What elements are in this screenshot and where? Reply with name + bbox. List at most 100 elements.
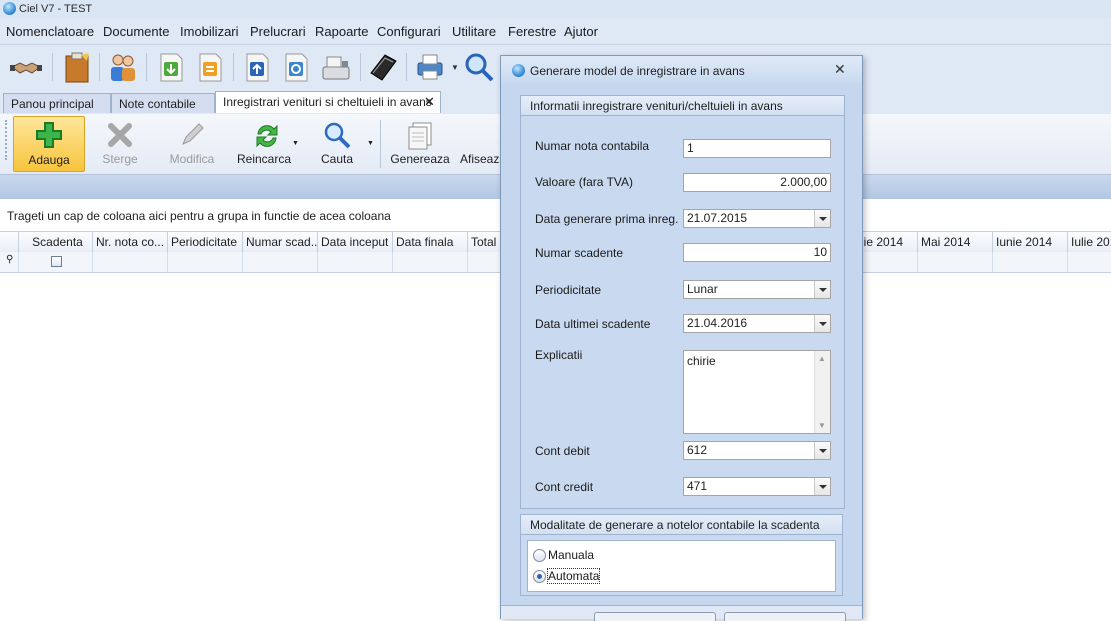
filter-cell[interactable]: [242, 252, 317, 272]
export-icon[interactable]: [194, 51, 226, 83]
data-prima-combo[interactable]: 21.07.2015: [683, 209, 831, 228]
column-header[interactable]: Nr. nota co...: [92, 232, 167, 252]
filter-cell[interactable]: [167, 252, 242, 272]
data-ultimei-value: 21.04.2016: [687, 316, 748, 330]
printer-icon[interactable]: [414, 51, 446, 83]
manual-radio-label[interactable]: Manuala: [548, 548, 594, 562]
add-label: Adauga: [28, 153, 70, 167]
tab-label: Note contabile: [119, 97, 196, 111]
printer-dropdown-icon[interactable]: ▼: [451, 63, 459, 72]
column-header[interactable]: Data inceput: [317, 232, 392, 252]
chevron-down-icon[interactable]: [814, 442, 830, 459]
menu-rapoarte[interactable]: Rapoarte: [315, 24, 368, 39]
filter-cell[interactable]: [392, 252, 467, 272]
close-icon[interactable]: ✕: [834, 61, 846, 78]
users-icon[interactable]: [107, 51, 139, 83]
menu-imobilizari[interactable]: Imobilizari: [180, 24, 239, 39]
filter-cell[interactable]: [1067, 252, 1111, 272]
menu-documente[interactable]: Documente: [103, 24, 169, 39]
numar-nota-field[interactable]: 1: [683, 139, 831, 158]
menu-utilitare[interactable]: Utilitare: [452, 24, 496, 39]
menu-ferestre[interactable]: Ferestre: [508, 24, 556, 39]
delete-button[interactable]: Sterge: [88, 116, 152, 170]
chevron-down-icon[interactable]: [814, 210, 830, 227]
pencil-icon: [182, 123, 204, 145]
scroll-down-icon[interactable]: ▼: [818, 421, 826, 430]
chevron-down-icon[interactable]: [814, 478, 830, 495]
show-button[interactable]: Afiseaza: [455, 116, 505, 170]
book-icon[interactable]: [367, 51, 399, 83]
group-hint-text: Trageti un cap de coloana aici pentru a …: [7, 209, 391, 223]
reload-dropdown-icon[interactable]: ▼: [292, 140, 299, 147]
column-header[interactable]: Iunie 2014: [992, 232, 1067, 252]
search-dropdown-icon[interactable]: ▼: [367, 140, 374, 147]
upload-icon[interactable]: [241, 51, 273, 83]
dialog-title-bar[interactable]: Generare model de inregistrare in avans …: [501, 56, 862, 84]
filter-checkbox[interactable]: [51, 256, 62, 267]
info-groupbox: Informatii inregistrare venituri/cheltui…: [520, 95, 845, 509]
modify-button[interactable]: Modifica: [160, 116, 224, 170]
data-ultimei-label: Data ultimei scadente: [535, 317, 651, 331]
manual-radio[interactable]: [533, 549, 546, 562]
menu-prelucrari[interactable]: Prelucrari: [250, 24, 306, 39]
filter-cell[interactable]: [92, 252, 167, 272]
filter-cell[interactable]: [992, 252, 1067, 272]
ribbon-grip[interactable]: [5, 120, 10, 160]
chevron-down-icon[interactable]: [814, 315, 830, 332]
pin-icon: ⚲: [6, 254, 14, 265]
delete-x-icon: [108, 123, 132, 147]
data-ultimei-combo[interactable]: 21.04.2016: [683, 314, 831, 333]
menu-configurari[interactable]: Configurari: [377, 24, 441, 39]
cont-credit-combo[interactable]: 471: [683, 477, 831, 496]
plus-icon: [36, 122, 62, 148]
column-header[interactable]: Periodicitate: [167, 232, 242, 252]
memo-scrollbar[interactable]: ▲ ▼: [814, 351, 830, 433]
mode-radio-panel: Manuala Automata: [527, 540, 836, 592]
column-header[interactable]: Mai 2014: [917, 232, 992, 252]
filter-cell[interactable]: [317, 252, 392, 272]
search-button[interactable]: Cauta ▼: [312, 116, 374, 170]
reload-button[interactable]: Reincarca ▼: [236, 116, 299, 170]
tab-panou-principal[interactable]: Panou principal: [3, 93, 111, 113]
auto-radio-label[interactable]: Automata: [546, 568, 601, 584]
row-indicator-header: [0, 232, 18, 252]
import-icon[interactable]: [155, 51, 187, 83]
tab-note-contabile[interactable]: Note contabile: [111, 93, 215, 113]
column-header[interactable]: Scadenta: [18, 232, 93, 252]
refresh-doc-icon[interactable]: [280, 51, 312, 83]
numar-nota-label: Numar nota contabila: [535, 139, 650, 153]
filter-cell[interactable]: [917, 252, 992, 272]
handshake-icon[interactable]: [10, 51, 42, 83]
add-button[interactable]: Adauga: [13, 116, 85, 172]
explicatii-label: Explicatii: [535, 348, 583, 362]
auto-radio[interactable]: [533, 570, 546, 583]
filter-cell-scadenta[interactable]: [18, 252, 93, 272]
valoare-field[interactable]: 2.000,00: [683, 173, 831, 192]
close-tab-icon[interactable]: ✕: [424, 92, 435, 112]
menu-nomenclatoare[interactable]: Nomenclatoare: [6, 24, 94, 39]
tab-label: Inregistrari venituri si cheltuieli in a…: [223, 95, 432, 109]
documents-icon: [408, 122, 432, 150]
scroll-up-icon[interactable]: ▲: [818, 354, 826, 363]
column-header[interactable]: Iulie 201: [1067, 232, 1111, 252]
numar-scadente-field[interactable]: 10: [683, 243, 831, 262]
cont-debit-value: 612: [687, 443, 708, 457]
window-title: Ciel V7 - TEST: [19, 3, 93, 15]
periodicitate-label: Periodicitate: [535, 283, 602, 297]
cash-register-icon[interactable]: [320, 51, 352, 83]
column-header[interactable]: Data finala: [392, 232, 467, 252]
menu-ajutor[interactable]: Ajutor: [564, 24, 598, 39]
chevron-down-icon[interactable]: [814, 281, 830, 298]
filter-row-indicator: ⚲: [0, 252, 18, 272]
zoom-icon[interactable]: [463, 51, 495, 83]
column-header[interactable]: lie 2014: [858, 232, 918, 252]
tab-label: Panou principal: [11, 97, 94, 111]
tab-inregistrari-avans[interactable]: Inregistrari venituri si cheltuieli in a…: [215, 91, 441, 113]
explicatii-memo[interactable]: chirie ▲ ▼: [683, 350, 831, 434]
clipboard-icon[interactable]: [61, 51, 93, 83]
cont-debit-combo[interactable]: 612: [683, 441, 831, 460]
periodicitate-combo[interactable]: Lunar: [683, 280, 831, 299]
generate-button[interactable]: Genereaza: [388, 116, 452, 170]
column-header[interactable]: Numar scad...: [242, 232, 317, 252]
reload-icon: [256, 124, 278, 148]
